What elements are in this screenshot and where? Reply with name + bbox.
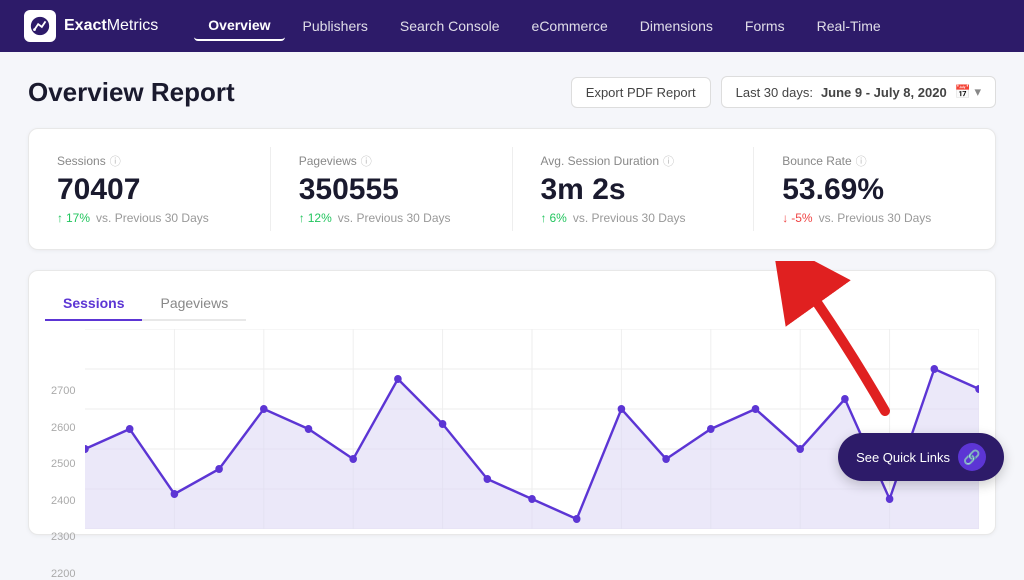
tabs-and-chart: Sessions Pageviews 2700 2600 2500 2400 2… <box>28 270 996 535</box>
quick-links-icon: 🔗 <box>958 443 986 471</box>
calendar-icon: 📅 ▾ <box>955 84 981 100</box>
nav-item-forms[interactable]: Forms <box>731 12 799 40</box>
navbar: ExactMetrics Overview Publishers Search … <box>0 0 1024 52</box>
main-content: Overview Report Export PDF Report Last 3… <box>0 52 1024 559</box>
stats-row: Sessions ⓘ 70407 17% vs. Previous 30 Day… <box>28 128 996 250</box>
stat-card-sessions: Sessions ⓘ 70407 17% vs. Previous 30 Day… <box>29 147 271 231</box>
stat-card-avg-session: Avg. Session Duration ⓘ 3m 2s 6% vs. Pre… <box>513 147 755 231</box>
bounce-rate-info-icon[interactable]: ⓘ <box>856 153 867 169</box>
tab-pageviews[interactable]: Pageviews <box>142 287 246 319</box>
page-title: Overview Report <box>28 77 235 108</box>
export-pdf-button[interactable]: Export PDF Report <box>571 77 711 108</box>
stat-card-pageviews: Pageviews ⓘ 350555 12% vs. Previous 30 D… <box>271 147 513 231</box>
bounce-rate-down-icon <box>782 211 788 225</box>
chart-wrapper: 2700 2600 2500 2400 2300 2200 <box>45 329 979 534</box>
pageviews-up-icon <box>299 211 305 225</box>
stat-label-sessions: Sessions ⓘ <box>57 153 242 169</box>
stat-card-bounce-rate: Bounce Rate ⓘ 53.69% -5% vs. Previous 30… <box>754 147 995 231</box>
nav-item-search-console[interactable]: Search Console <box>386 12 514 40</box>
avg-session-up-icon <box>541 211 547 225</box>
date-prefix: Last 30 days: <box>736 85 813 100</box>
nav-item-realtime[interactable]: Real-Time <box>803 12 895 40</box>
avg-session-value: 3m 2s <box>541 173 726 207</box>
header-actions: Export PDF Report Last 30 days: June 9 -… <box>571 76 996 108</box>
bounce-rate-value: 53.69% <box>782 173 967 207</box>
quick-links-label: See Quick Links <box>856 450 950 465</box>
date-range-button[interactable]: Last 30 days: June 9 - July 8, 2020 📅 ▾ <box>721 76 996 108</box>
avg-session-info-icon[interactable]: ⓘ <box>663 153 674 169</box>
date-range: June 9 - July 8, 2020 <box>821 85 947 100</box>
nav-items: Overview Publishers Search Console eComm… <box>194 11 894 41</box>
chart-inner <box>85 329 979 534</box>
tab-sessions[interactable]: Sessions <box>45 287 142 321</box>
pageviews-value: 350555 <box>299 173 484 207</box>
logo-text: ExactMetrics <box>64 17 158 35</box>
stat-label-bounce-rate: Bounce Rate ⓘ <box>782 153 967 169</box>
sessions-up-icon <box>57 211 63 225</box>
nav-item-publishers[interactable]: Publishers <box>289 12 382 40</box>
tabs-row: Sessions Pageviews <box>45 287 246 321</box>
nav-item-overview[interactable]: Overview <box>194 11 284 41</box>
sessions-change: 17% vs. Previous 30 Days <box>57 211 242 225</box>
logo[interactable]: ExactMetrics <box>24 10 158 42</box>
nav-item-dimensions[interactable]: Dimensions <box>626 12 727 40</box>
y-axis-labels: 2700 2600 2500 2400 2300 2200 <box>45 385 81 580</box>
avg-session-change: 6% vs. Previous 30 Days <box>541 211 726 225</box>
stat-label-avg-session: Avg. Session Duration ⓘ <box>541 153 726 169</box>
sessions-info-icon[interactable]: ⓘ <box>110 153 121 169</box>
pageviews-info-icon[interactable]: ⓘ <box>361 153 372 169</box>
chart-svg <box>85 329 979 529</box>
stat-label-pageviews: Pageviews ⓘ <box>299 153 484 169</box>
sessions-value: 70407 <box>57 173 242 207</box>
pageviews-change: 12% vs. Previous 30 Days <box>299 211 484 225</box>
quick-links-button[interactable]: See Quick Links 🔗 <box>838 433 1004 481</box>
header-row: Overview Report Export PDF Report Last 3… <box>28 76 996 108</box>
nav-item-ecommerce[interactable]: eCommerce <box>518 12 622 40</box>
bounce-rate-change: -5% vs. Previous 30 Days <box>782 211 967 225</box>
logo-icon <box>24 10 56 42</box>
